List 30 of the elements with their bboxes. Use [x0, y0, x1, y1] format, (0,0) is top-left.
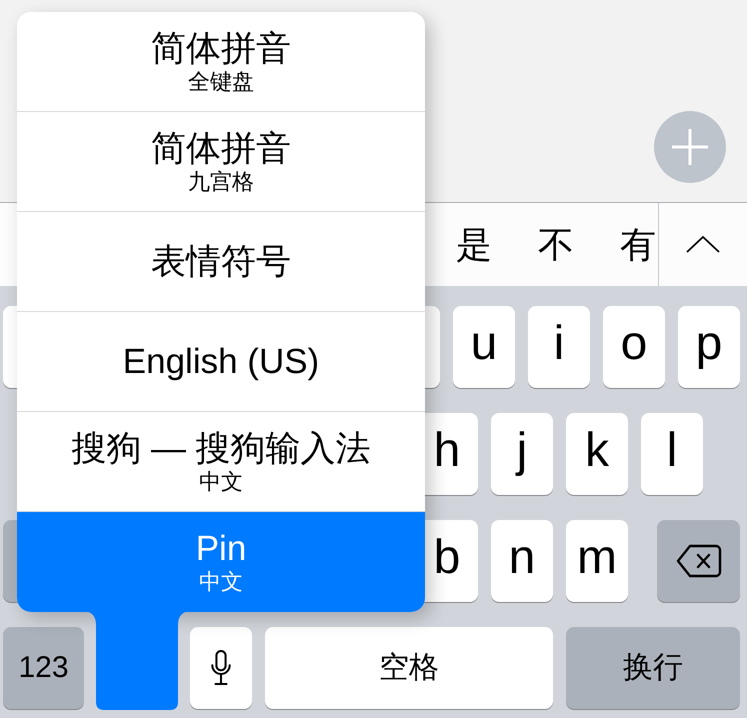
candidate-word[interactable]: 是: [456, 226, 492, 262]
space-key[interactable]: 空格: [265, 627, 553, 709]
plus-icon: [672, 129, 708, 165]
input-method-item[interactable]: Pin 中文: [17, 512, 425, 612]
letter-key[interactable]: o: [603, 306, 665, 388]
keyboard-key[interactable]: [3, 306, 18, 388]
backspace-icon: [676, 544, 722, 578]
dictation-key[interactable]: [190, 627, 252, 709]
input-method-item[interactable]: 表情符号: [17, 212, 425, 312]
letter-key[interactable]: n: [491, 520, 553, 602]
letter-key[interactable]: l: [641, 413, 703, 495]
candidate-word[interactable]: 有: [620, 226, 656, 262]
letter-key[interactable]: m: [566, 520, 628, 602]
input-method-item[interactable]: 简体拼音 九宫格: [17, 112, 425, 212]
delete-key[interactable]: [657, 520, 740, 602]
input-method-item[interactable]: 简体拼音 全键盘: [17, 12, 425, 112]
microphone-icon: [210, 649, 232, 687]
input-method-item[interactable]: English (US): [17, 312, 425, 412]
letter-key[interactable]: j: [491, 413, 553, 495]
keyboard-key[interactable]: [3, 520, 18, 602]
candidate-word[interactable]: 不: [538, 226, 574, 262]
keyboard-key[interactable]: [425, 306, 440, 388]
chevron-up-icon: [686, 236, 720, 253]
input-method-item[interactable]: 搜狗 — 搜狗输入法 中文: [17, 412, 425, 512]
letter-key[interactable]: i: [528, 306, 590, 388]
letter-key[interactable]: p: [678, 306, 740, 388]
numbers-key[interactable]: 123: [3, 627, 84, 709]
letter-key[interactable]: k: [566, 413, 628, 495]
letter-key[interactable]: u: [453, 306, 515, 388]
return-key[interactable]: 换行: [566, 627, 740, 709]
